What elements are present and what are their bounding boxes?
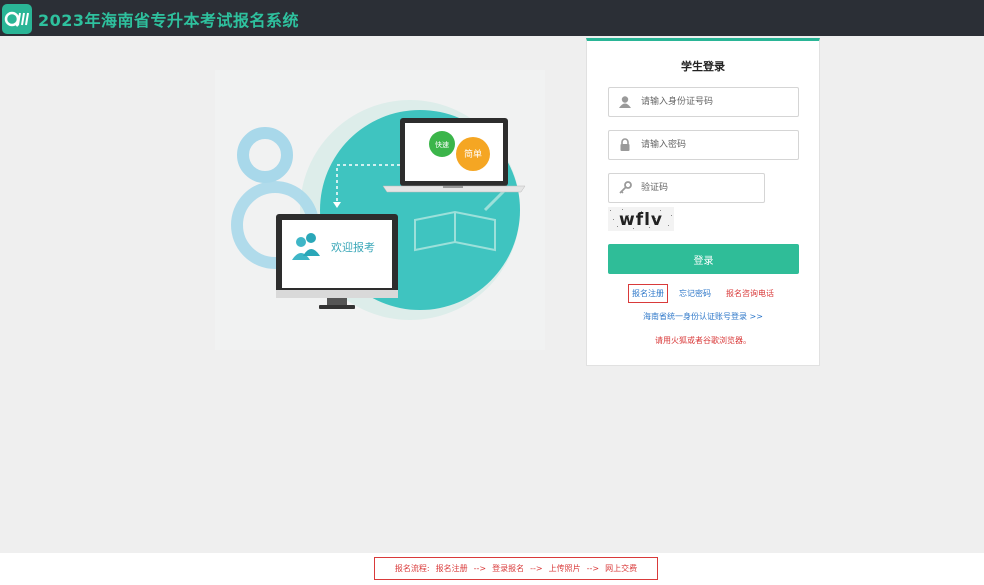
captcha-text: wflv	[619, 210, 663, 230]
id-number-input[interactable]	[639, 96, 783, 108]
id-number-field[interactable]	[608, 87, 799, 117]
hero-illustration: 快速 简单 欢迎报考	[215, 70, 545, 350]
flow-step: 报名注册	[435, 564, 468, 573]
register-link[interactable]: 报名注册	[628, 284, 668, 303]
password-field[interactable]	[608, 130, 799, 160]
unified-identity-login-link[interactable]: 海南省统一身份认证账号登录 >>	[587, 311, 819, 322]
login-panel: 学生登录 wflv 登录 报名注册	[586, 38, 820, 366]
registration-flow: 报名流程: 报名注册 --> 登录报名 --> 上传照片 --> 网上交费	[374, 557, 658, 580]
flow-arrow: -->	[473, 564, 487, 573]
flow-label: 报名流程:	[394, 564, 430, 573]
login-button[interactable]: 登录	[608, 244, 799, 274]
captcha-field[interactable]	[608, 173, 765, 203]
captcha-image[interactable]: wflv	[608, 207, 674, 231]
flow-step: 登录报名	[492, 564, 525, 573]
key-icon	[617, 180, 633, 196]
login-title: 学生登录	[681, 60, 725, 73]
flow-step: 网上交费	[605, 564, 638, 573]
welcome-text: 欢迎报考	[331, 240, 375, 254]
browser-notice: 请用火狐或者谷歌浏览器。	[655, 336, 751, 345]
auth-links: 报名注册 忘记密码 报名咨询电话	[587, 284, 819, 304]
app-title: 2023年海南省专升本考试报名系统	[38, 11, 300, 30]
footer: 报名流程: 报名注册 --> 登录报名 --> 上传照片 --> 网上交费	[0, 553, 984, 585]
captcha-input[interactable]	[639, 182, 753, 194]
lock-icon	[617, 137, 633, 153]
password-input[interactable]	[639, 139, 783, 151]
user-icon	[617, 94, 633, 110]
top-bar: 2023年海南省专升本考试报名系统	[0, 0, 984, 36]
badge-simple: 简单	[464, 148, 482, 160]
flow-arrow: -->	[586, 564, 600, 573]
consult-phone-link[interactable]: 报名咨询电话	[726, 288, 774, 299]
flow-step: 上传照片	[548, 564, 581, 573]
app-logo	[2, 4, 32, 34]
forgot-password-link[interactable]: 忘记密码	[679, 288, 711, 299]
flow-arrow: -->	[530, 564, 543, 573]
badge-fast: 快速	[435, 140, 449, 149]
